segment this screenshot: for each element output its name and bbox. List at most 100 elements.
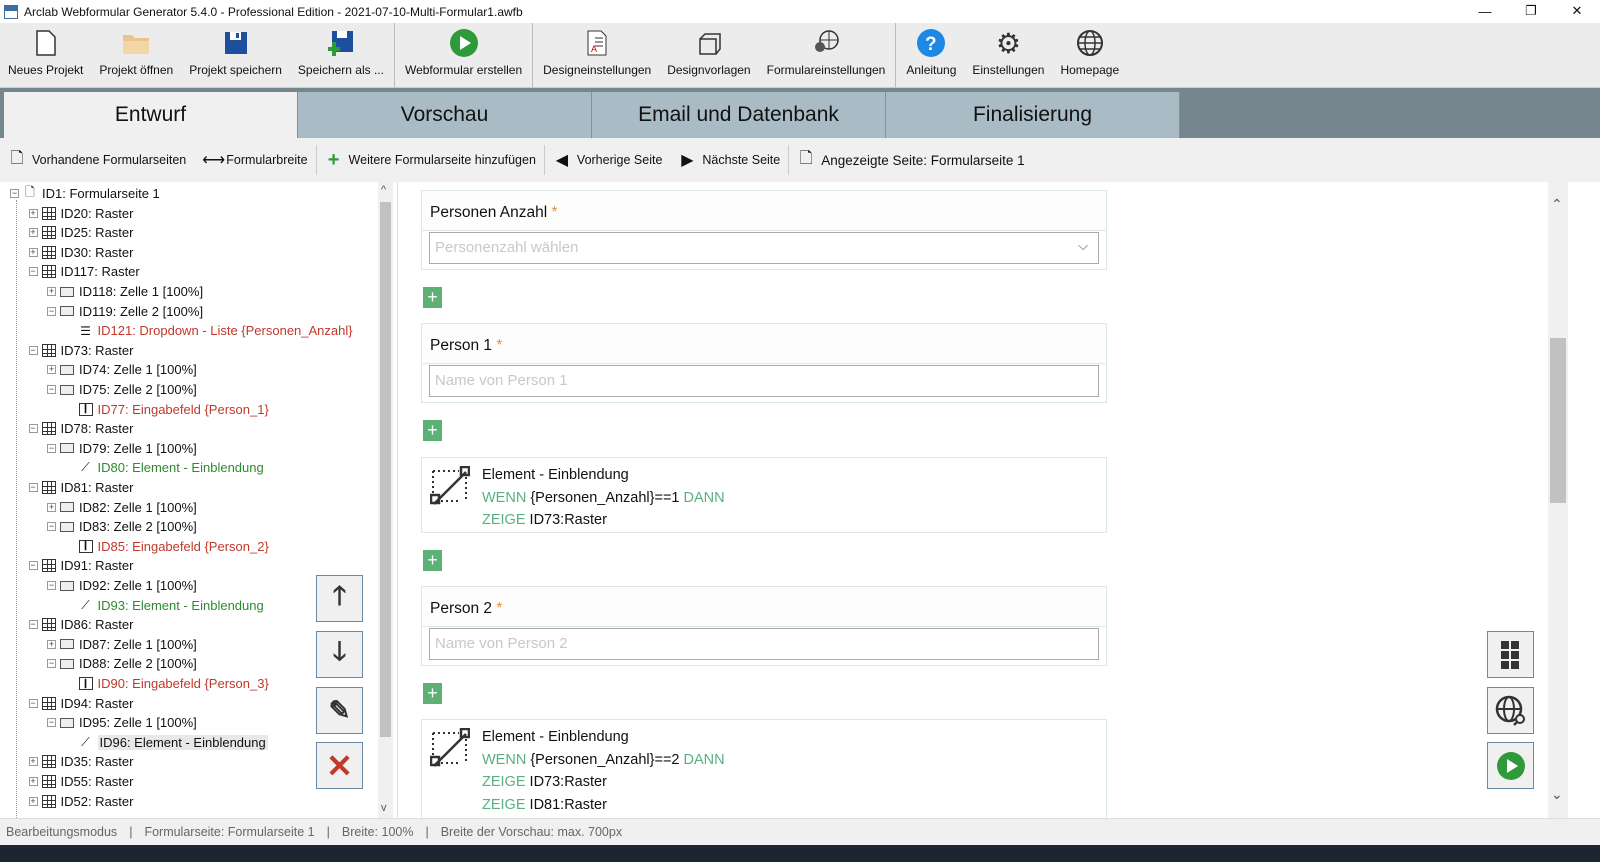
tree-item[interactable]: −ID95: Zelle 1 [100%] (47, 713, 197, 732)
tab-finalisierung[interactable]: Finalisierung (886, 92, 1180, 138)
save-project-button[interactable]: Projekt speichern (181, 23, 290, 87)
homepage-button[interactable]: Homepage (1052, 23, 1127, 87)
tree-item[interactable]: +ID30: Raster (29, 243, 134, 262)
delete-button[interactable]: ✕ (316, 742, 363, 789)
tree-item[interactable]: ⅠID85: Eingabefeld {Person_2} (79, 537, 269, 556)
tree-item[interactable]: ⟋ID80: Element - Einblendung (79, 458, 264, 477)
tree-item[interactable]: +ID35: Raster (29, 752, 134, 771)
grid-view-button[interactable] (1487, 631, 1534, 678)
tree-item[interactable]: −ID73: Raster (29, 341, 134, 360)
tree-item[interactable]: −ID119: Zelle 2 [100%] (47, 302, 203, 321)
scroll-down-icon[interactable]: ⌄ (1551, 786, 1563, 803)
add-element-button[interactable]: + (423, 420, 442, 441)
expand-icon[interactable]: + (47, 503, 56, 512)
tree-item[interactable]: −ID78: Raster (29, 419, 134, 438)
add-page-button[interactable]: +Weitere Formularseite hinzufügen (317, 149, 544, 172)
design-templates-button[interactable]: Designvorlagen (659, 23, 758, 87)
tree-item[interactable]: +ID82: Zelle 1 [100%] (47, 498, 197, 517)
tree-item[interactable]: ⅠID90: Eingabefeld {Person_3} (79, 674, 269, 693)
tree-item[interactable]: ⟋ID93: Element - Einblendung (79, 596, 264, 615)
expand-icon[interactable]: + (47, 640, 56, 649)
existing-pages-button[interactable]: 🗋Vorhandene Formularseiten (0, 147, 194, 174)
collapse-icon[interactable]: − (47, 385, 56, 394)
collapse-icon[interactable]: − (29, 424, 38, 433)
tree-item[interactable]: +ID118: Zelle 1 [100%] (47, 282, 203, 301)
tree-scrollbar[interactable]: ^ v (378, 182, 393, 818)
expand-icon[interactable]: + (29, 757, 38, 766)
tree-item[interactable]: −ID79: Zelle 1 [100%] (47, 439, 197, 458)
add-element-button[interactable]: + (423, 287, 442, 308)
scroll-up-icon[interactable]: ^ (381, 184, 386, 196)
tree-item[interactable]: −ID75: Zelle 2 [100%] (47, 380, 197, 399)
tree-item[interactable]: −ID117: Raster (29, 262, 140, 281)
expand-icon[interactable]: + (29, 797, 38, 806)
collapse-icon[interactable]: − (47, 659, 56, 668)
scroll-up-icon[interactable]: ⌃ (1551, 196, 1563, 213)
collapse-icon[interactable]: − (29, 346, 38, 355)
tree-item[interactable]: +ID74: Zelle 1 [100%] (47, 360, 197, 379)
personen-anzahl-dropdown[interactable]: Personenzahl wählen⌵ (429, 232, 1099, 264)
tree-item[interactable]: ⅠID77: Eingabefeld {Person_1} (79, 400, 269, 419)
create-webform-button[interactable]: Webformular erstellen (397, 23, 530, 87)
field-card-person-1[interactable]: Person 1 * Name von Person 1 (421, 323, 1107, 403)
person-1-input[interactable]: Name von Person 1 (429, 365, 1099, 397)
canvas-scrollbar[interactable]: ⌃ ⌄ (1548, 182, 1568, 818)
tree-item[interactable]: +ID25: Raster (29, 223, 134, 242)
collapse-icon[interactable]: − (47, 444, 56, 453)
collapse-icon[interactable]: − (10, 189, 19, 198)
tab-entwurf[interactable]: Entwurf (4, 92, 298, 138)
collapse-icon[interactable]: − (29, 267, 38, 276)
design-settings-button[interactable]: ADesigneinstellungen (535, 23, 659, 87)
help-button[interactable]: ?Anleitung (898, 23, 964, 87)
tree-item[interactable]: −ID88: Zelle 2 [100%] (47, 654, 197, 673)
add-element-button[interactable]: + (423, 550, 442, 571)
expand-icon[interactable]: + (29, 777, 38, 786)
tree-item[interactable]: −ID94: Raster (29, 694, 134, 713)
collapse-icon[interactable]: − (29, 620, 38, 629)
maximize-button[interactable]: ❐ (1508, 0, 1554, 22)
save-as-button[interactable]: Speichern als ... (290, 23, 392, 87)
open-project-button[interactable]: Projekt öffnen (91, 23, 181, 87)
collapse-icon[interactable]: − (29, 699, 38, 708)
condition-card-1[interactable]: Element - Einblendung WENN {Personen_Anz… (421, 457, 1107, 533)
tree-item[interactable]: −ID81: Raster (29, 478, 134, 497)
new-project-button[interactable]: Neues Projekt (0, 23, 91, 87)
form-settings-button[interactable]: Formulareinstellungen (759, 23, 894, 87)
scrollbar-thumb[interactable] (380, 202, 391, 737)
tree-item[interactable]: −ID83: Zelle 2 [100%] (47, 517, 197, 536)
expand-icon[interactable]: + (29, 248, 38, 257)
expand-icon[interactable]: + (47, 287, 56, 296)
scrollbar-thumb[interactable] (1550, 338, 1566, 503)
collapse-icon[interactable]: − (47, 581, 56, 590)
form-width-button[interactable]: ⟷Formularbreite (194, 150, 315, 170)
expand-icon[interactable]: + (29, 209, 38, 218)
collapse-icon[interactable]: − (29, 561, 38, 570)
settings-button[interactable]: ⚙Einstellungen (964, 23, 1052, 87)
move-down-button[interactable]: 🡓 (316, 631, 363, 678)
tree-item[interactable]: +ID55: Raster (29, 772, 134, 791)
tree-item[interactable]: −ID86: Raster (29, 615, 134, 634)
tab-vorschau[interactable]: Vorschau (298, 92, 592, 138)
field-card-personen-anzahl[interactable]: Personen Anzahl * Personenzahl wählen⌵ (421, 190, 1107, 270)
expand-icon[interactable]: + (47, 365, 56, 374)
move-up-button[interactable]: 🡑 (316, 575, 363, 622)
collapse-icon[interactable]: − (47, 307, 56, 316)
next-page-button[interactable]: ▶Nächste Seite (670, 150, 788, 170)
previous-page-button[interactable]: ◀Vorherige Seite (545, 150, 670, 170)
tree-item[interactable]: +ID52: Raster (29, 792, 134, 811)
tree-item[interactable]: ☰ID121: Dropdown - Liste {Personen_Anzah… (79, 321, 353, 340)
collapse-icon[interactable]: − (47, 718, 56, 727)
tree-item[interactable]: +ID20: Raster (29, 204, 134, 223)
expand-icon[interactable]: + (29, 228, 38, 237)
condition-card-2[interactable]: Element - Einblendung WENN {Personen_Anz… (421, 719, 1107, 818)
edit-button[interactable]: ✎ (316, 687, 363, 734)
person-2-input[interactable]: Name von Person 2 (429, 628, 1099, 660)
tree-item[interactable]: −ID91: Raster (29, 556, 134, 575)
tree-item[interactable]: −🗋ID1: Formularseite 1 (10, 184, 160, 203)
close-button[interactable]: ✕ (1554, 0, 1600, 22)
collapse-icon[interactable]: − (29, 483, 38, 492)
collapse-icon[interactable]: − (47, 522, 56, 531)
tree-item[interactable]: ⟋ID96: Element - Einblendung (79, 733, 268, 752)
web-preview-button[interactable] (1487, 687, 1534, 734)
tab-email-datenbank[interactable]: Email und Datenbank (592, 92, 886, 138)
